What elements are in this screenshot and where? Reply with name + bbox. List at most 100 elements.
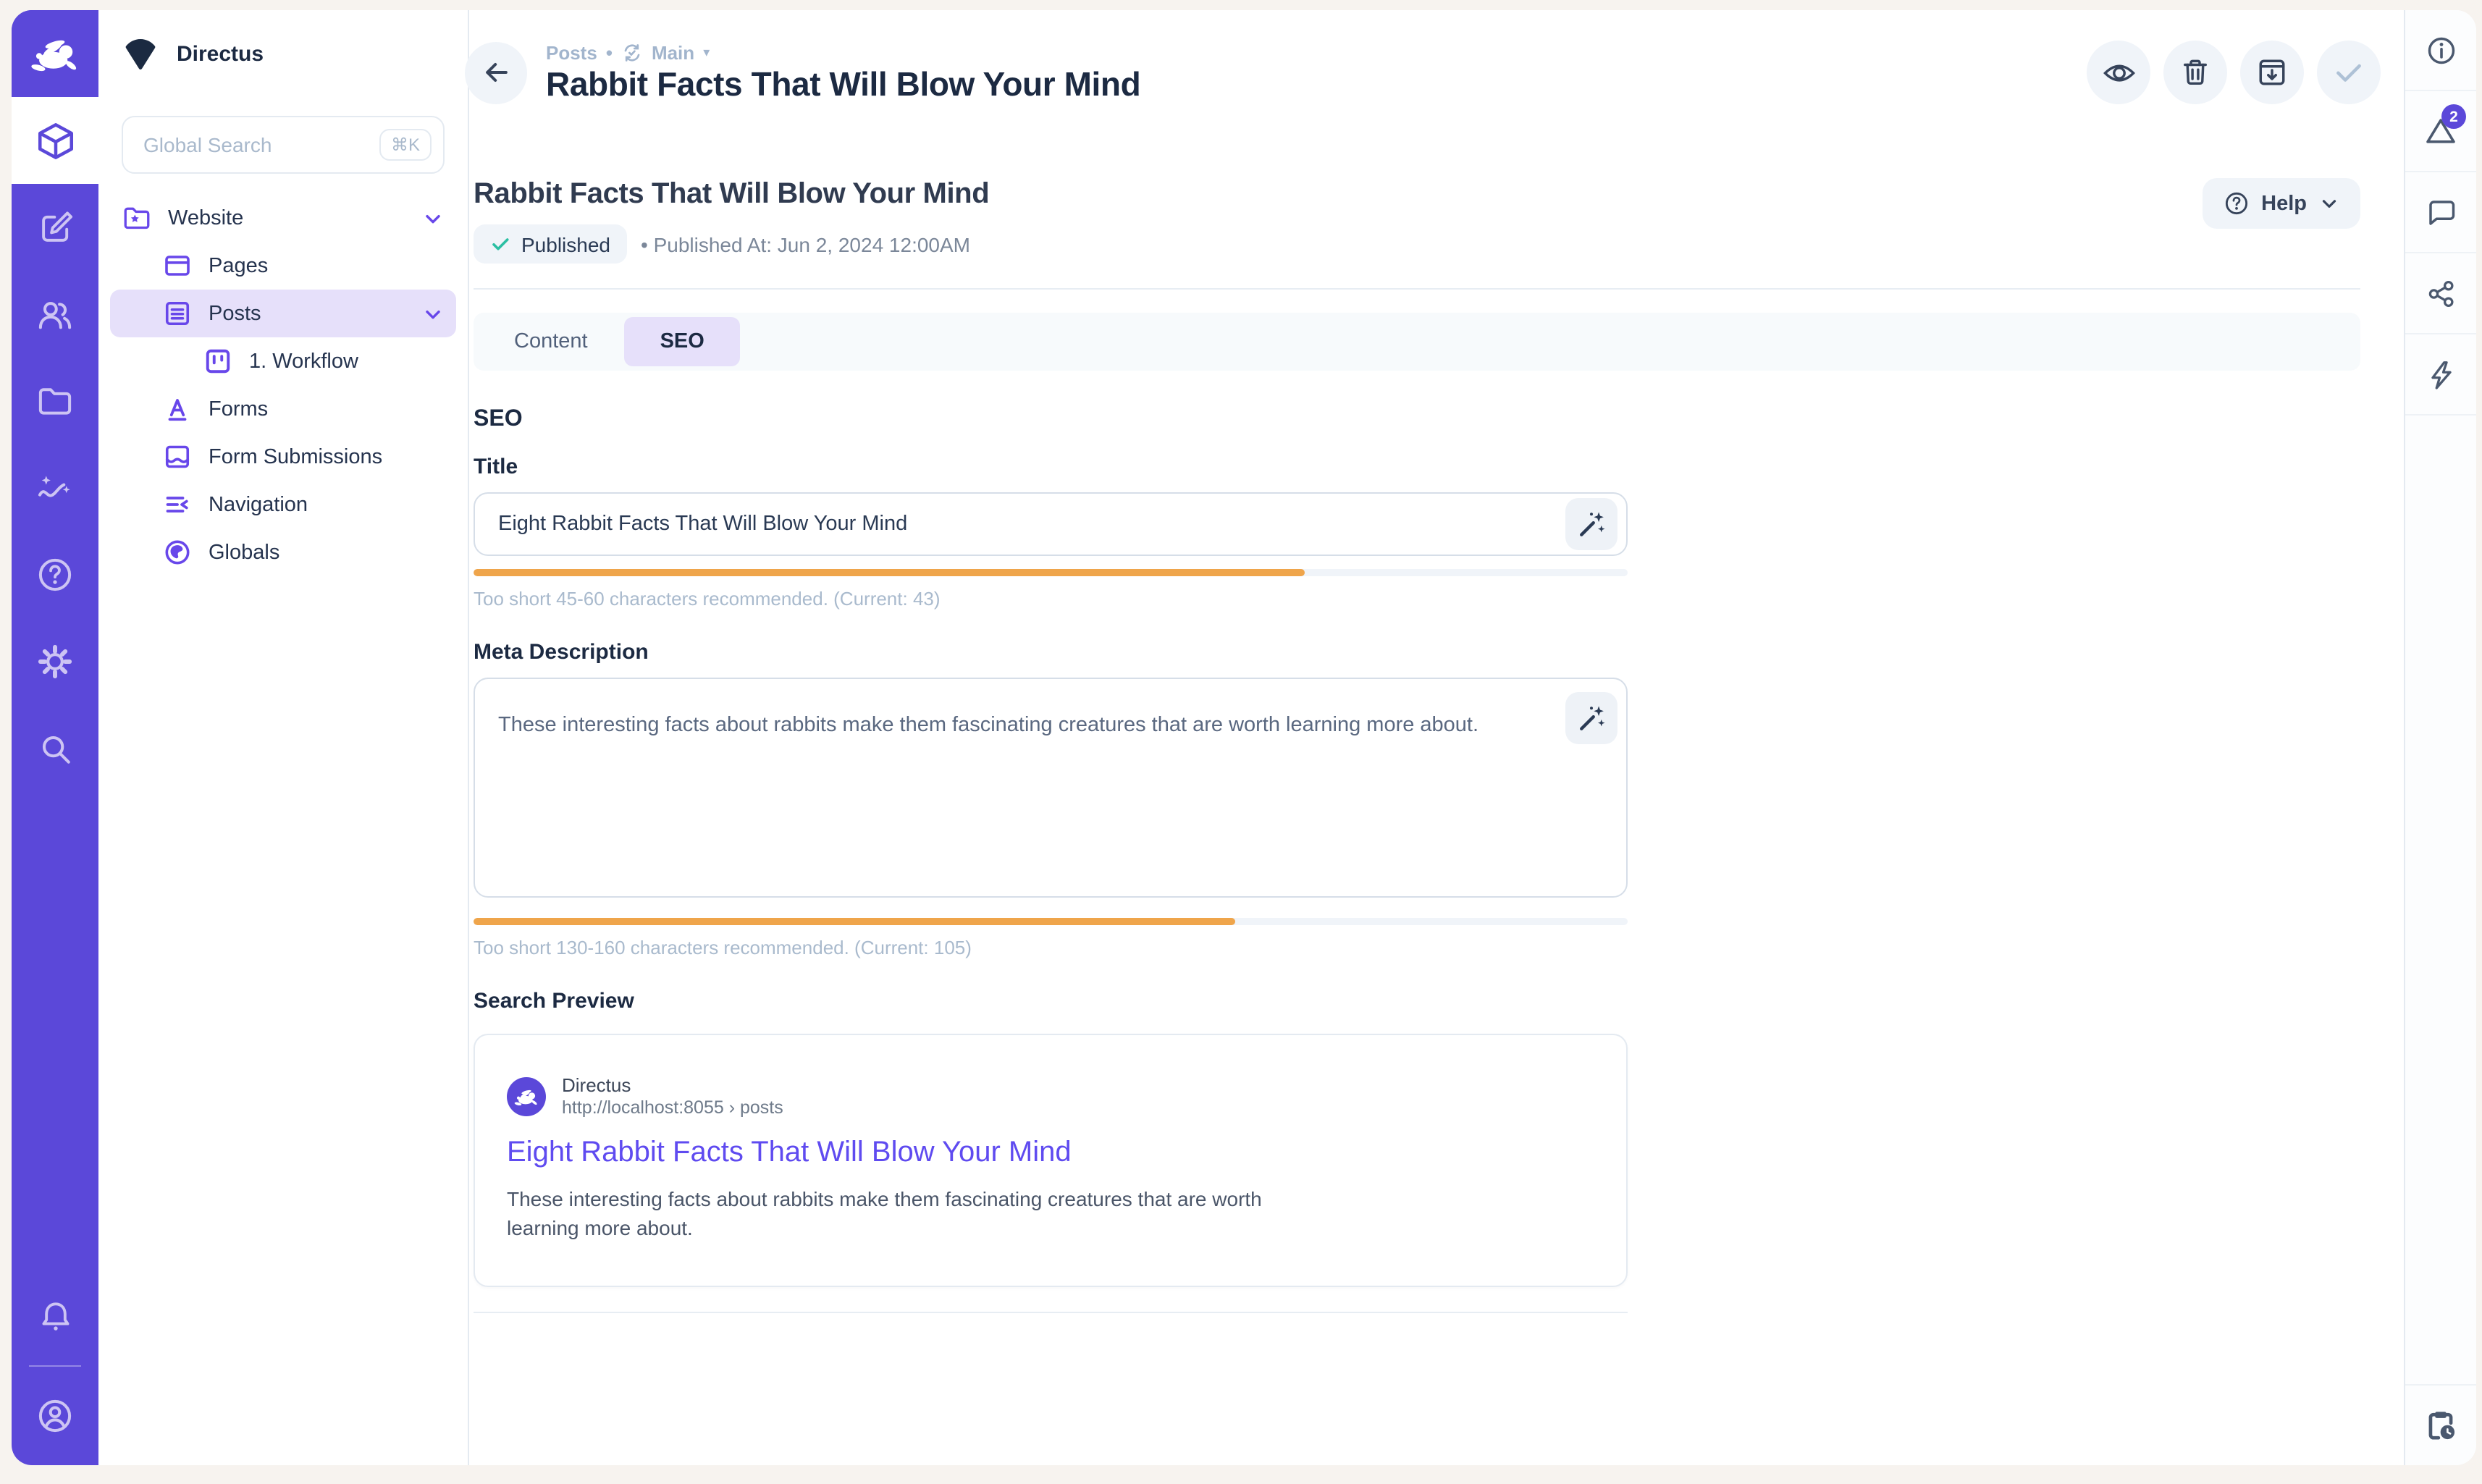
bottom-divider [474, 1312, 1628, 1313]
delete-button[interactable] [2163, 41, 2227, 104]
flows-bolt-icon [2423, 357, 2458, 392]
title-length-progress-fill [474, 569, 1305, 576]
nav-item-posts[interactable]: Posts [110, 290, 456, 337]
archive-down-icon [2255, 55, 2289, 90]
preview-result-link[interactable]: Eight Rabbit Facts That Will Blow Your M… [507, 1137, 1072, 1170]
nav-item-globals[interactable]: Globals [110, 528, 456, 576]
generate-description-button[interactable] [1565, 692, 1617, 744]
tab-seo[interactable]: SEO [624, 317, 741, 366]
main-area: Posts • Main ▾ Rabbit Facts That Will Bl… [469, 10, 2404, 1465]
directus-rabbit-logo[interactable] [12, 10, 98, 97]
module-docs[interactable] [12, 531, 98, 618]
nav-list-icon [162, 489, 193, 520]
article-icon [162, 298, 193, 329]
search-preview-heading: Search Preview [474, 989, 2360, 1013]
trash-icon [2178, 55, 2213, 90]
title-length-hint: Too short 45-60 characters recommended. … [474, 588, 2360, 610]
folder-icon [35, 381, 75, 421]
meta-description-textarea[interactable]: These interesting facts about rabbits ma… [474, 678, 1628, 898]
header-divider [474, 288, 2360, 290]
meta-description-field: These interesting facts about rabbits ma… [474, 678, 1628, 905]
window-icon [162, 250, 193, 281]
published-at-text: • Published At: Jun 2, 2024 12:00AM [641, 232, 970, 256]
nav-item-label: Globals [209, 541, 445, 564]
global-search-input[interactable] [143, 133, 368, 156]
info-sidebar-button[interactable] [2405, 10, 2476, 91]
title-field-label: Title [474, 455, 2360, 479]
nav-item-form-submissions[interactable]: Form Submissions [110, 433, 456, 481]
bell-icon [35, 1297, 75, 1336]
nav-item-pages[interactable]: Pages [110, 242, 456, 290]
notifications-button[interactable] [12, 1273, 98, 1359]
breadcrumb-collection[interactable]: Posts [546, 41, 597, 63]
share-icon [2423, 276, 2458, 311]
chevron-down-icon[interactable] [421, 302, 445, 325]
version-sync-icon [621, 41, 643, 63]
module-insights[interactable] [12, 444, 98, 531]
tab-bar: Content SEO [474, 313, 2360, 371]
magic-wand-icon [1576, 508, 1607, 540]
chevron-down-icon[interactable] [421, 206, 445, 229]
alerts-sidebar-button[interactable]: 2 [2405, 91, 2476, 172]
comments-sidebar-button[interactable] [2405, 172, 2476, 253]
nav-item-label: Pages [209, 254, 445, 277]
tab-content[interactable]: Content [478, 317, 624, 366]
status-label: Published [521, 232, 610, 256]
chevron-down-icon [2318, 193, 2340, 214]
kanban-icon [203, 346, 233, 376]
project-name: Directus [177, 41, 264, 66]
info-icon [2423, 33, 2458, 67]
flows-sidebar-button[interactable] [2405, 334, 2476, 416]
nav-item-website[interactable]: Website [110, 194, 456, 242]
clipboard-clock-icon [2423, 1407, 2459, 1443]
check-icon [2330, 54, 2368, 91]
module-content[interactable] [12, 97, 98, 184]
archive-button[interactable] [2240, 41, 2304, 104]
title-field [474, 492, 1628, 556]
box-icon [34, 119, 76, 161]
help-label: Help [2261, 192, 2307, 215]
content-head: Rabbit Facts That Will Blow Your Mind Pu… [474, 178, 2360, 264]
alerts-count-badge: 2 [2441, 104, 2466, 129]
right-sidebar: 2 [2404, 10, 2476, 1465]
back-button[interactable] [465, 41, 527, 104]
nav-item-label: 1. Workflow [249, 350, 445, 373]
preview-url: http://localhost:8055 › posts [562, 1097, 783, 1118]
save-button[interactable] [2317, 41, 2381, 104]
nav-item-workflow[interactable]: 1. Workflow [110, 337, 456, 385]
letter-a-icon [162, 394, 193, 424]
help-button[interactable]: Help [2202, 178, 2360, 229]
eye-icon [2100, 54, 2137, 90]
user-menu-button[interactable] [12, 1373, 98, 1459]
status-row: Published • Published At: Jun 2, 2024 12… [474, 224, 2202, 264]
search-icon [35, 729, 75, 768]
module-files[interactable] [12, 358, 98, 444]
preview-button[interactable] [2087, 41, 2150, 104]
comment-icon [2423, 195, 2458, 229]
module-users[interactable] [12, 271, 98, 358]
help-circle-icon [35, 555, 75, 595]
help-circle-icon [2222, 190, 2250, 217]
nav-item-forms[interactable]: Forms [110, 385, 456, 433]
project-header[interactable]: Directus [98, 10, 468, 97]
project-fan-icon [122, 35, 159, 72]
seo-title-input[interactable] [474, 492, 1628, 556]
share-sidebar-button[interactable] [2405, 253, 2476, 334]
inbox-icon [162, 442, 193, 472]
page-title: Rabbit Facts That Will Blow Your Mind [546, 64, 2087, 104]
module-settings[interactable] [12, 618, 98, 705]
nav-item-navigation[interactable]: Navigation [110, 481, 456, 528]
module-search[interactable] [12, 705, 98, 792]
module-editor[interactable] [12, 184, 98, 271]
breadcrumb-separator: • [606, 41, 613, 63]
header-titles: Posts • Main ▾ Rabbit Facts That Will Bl… [546, 41, 2087, 104]
global-search[interactable]: ⌘K [122, 116, 445, 174]
title-length-progress [474, 569, 1628, 576]
generate-title-button[interactable] [1565, 498, 1617, 550]
version-caret-icon[interactable]: ▾ [703, 44, 710, 60]
item-title: Rabbit Facts That Will Blow Your Mind [474, 178, 2202, 211]
folder-star-icon [122, 203, 152, 233]
revisions-sidebar-button[interactable] [2405, 1384, 2476, 1465]
meta-length-hint: Too short 130-160 characters recommended… [474, 937, 2360, 958]
breadcrumb-version[interactable]: Main [652, 41, 694, 63]
